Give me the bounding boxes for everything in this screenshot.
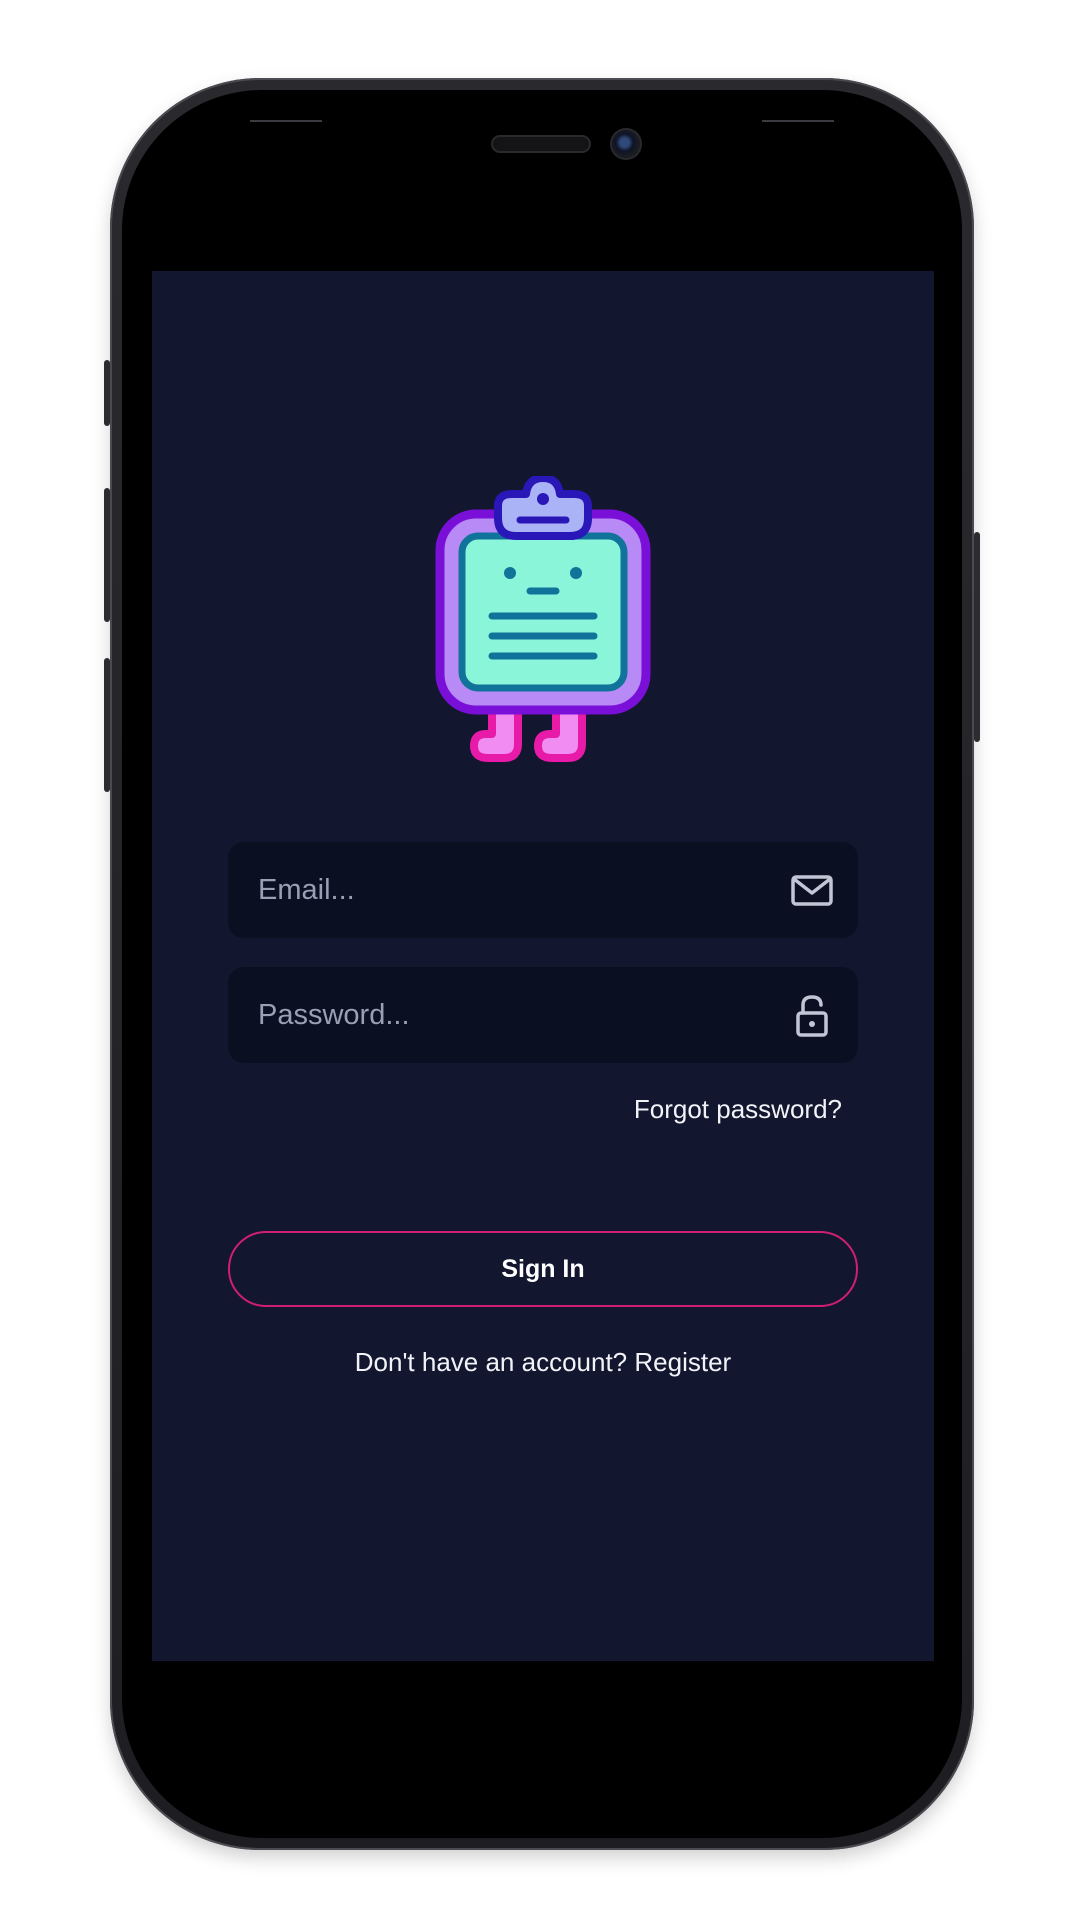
sign-in-button[interactable]: Sign In <box>228 1231 858 1307</box>
unlock-icon <box>796 995 828 1037</box>
password-input[interactable] <box>258 967 758 1063</box>
password-field[interactable] <box>228 967 858 1063</box>
register-link[interactable]: Register <box>634 1347 731 1377</box>
volume-up-button <box>104 488 110 622</box>
device-mockup: Forgot password? Sign In Don't have an a… <box>0 0 1080 1920</box>
front-camera <box>612 130 640 158</box>
frame-glint-right <box>762 120 834 122</box>
email-input[interactable] <box>258 842 758 938</box>
register-prompt-text: Don't have an account? <box>354 1347 628 1377</box>
volume-down-button <box>104 658 110 792</box>
clipboard-mascot-icon <box>435 476 651 762</box>
mute-switch <box>104 360 110 426</box>
register-prompt: Don't have an account? Register <box>152 1347 934 1378</box>
earpiece-speaker <box>493 137 589 151</box>
power-button <box>974 532 980 742</box>
frame-glint-left <box>250 120 322 122</box>
email-field[interactable] <box>228 842 858 938</box>
forgot-password-link[interactable]: Forgot password? <box>634 1094 842 1125</box>
mail-icon <box>791 875 833 906</box>
login-screen: Forgot password? Sign In Don't have an a… <box>152 271 934 1661</box>
